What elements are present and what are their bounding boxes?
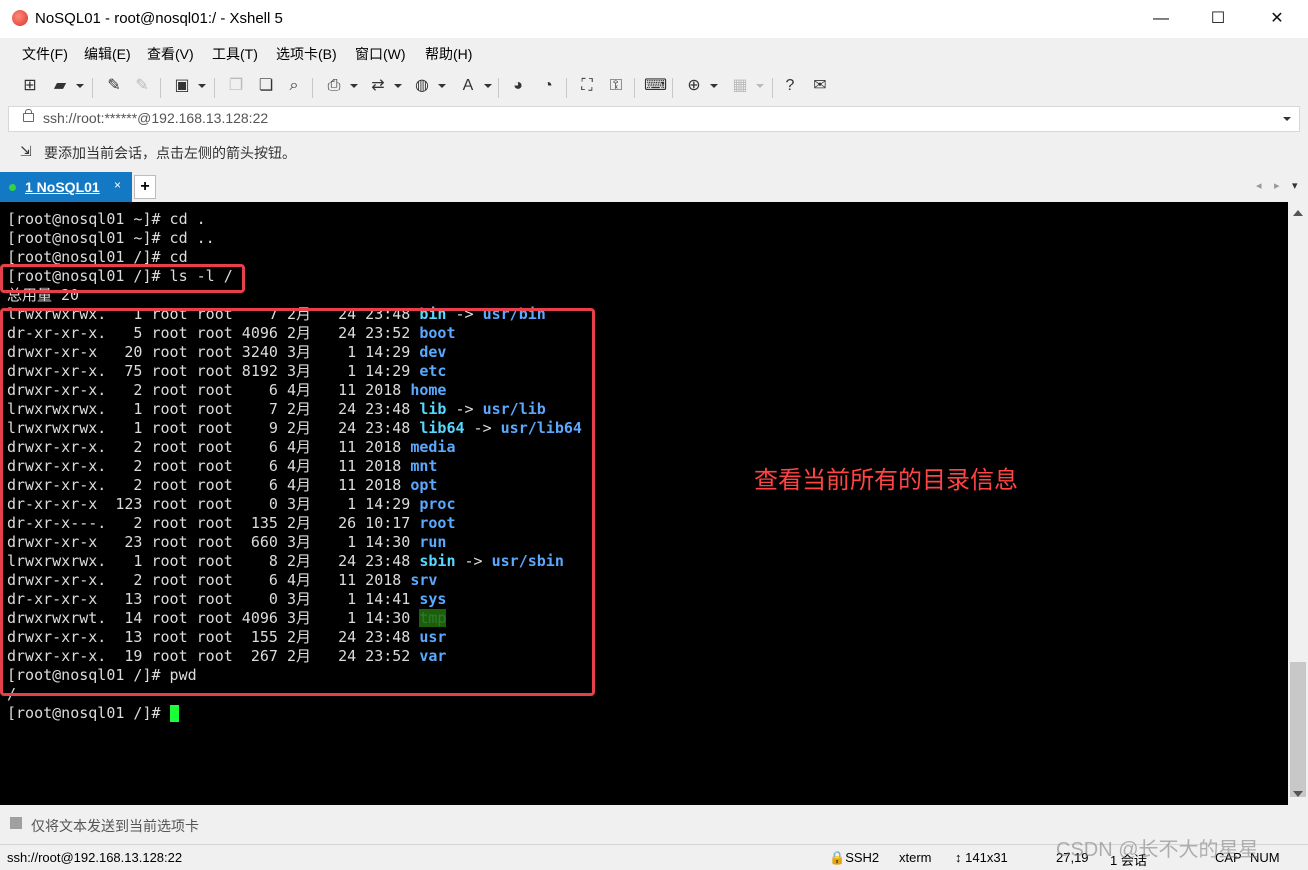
toolbar-separator — [214, 78, 215, 98]
menu-file[interactable]: 文件(F) — [22, 44, 68, 64]
properties-dropdown-icon[interactable] — [198, 84, 206, 88]
annotation-text: 查看当前所有的目录信息 — [754, 467, 1018, 494]
layout-dropdown-icon[interactable] — [756, 84, 764, 88]
csdn-watermark: CSDN @长不大的星星 — [1056, 839, 1259, 861]
highlight-box-command — [0, 264, 245, 293]
new-session-icon[interactable]: ⊞ — [20, 76, 40, 96]
hint-text: 要添加当前会话，点击左侧的箭头按钮。 — [44, 145, 296, 161]
toolbar-separator — [672, 78, 673, 98]
globe-icon[interactable]: ◍ — [412, 76, 432, 96]
menu-tabs[interactable]: 选项卡(B) — [276, 44, 337, 64]
address-dropdown-icon[interactable] — [1283, 117, 1291, 121]
print-icon[interactable]: ⎙ — [324, 76, 344, 96]
scroll-up-icon[interactable] — [1293, 210, 1303, 216]
session-hint-bar: ⇲ 要添加当前会话，点击左侧的箭头按钮。 — [0, 134, 1308, 168]
lock-icon — [23, 109, 34, 122]
toolbar-separator — [92, 78, 93, 98]
status-protocol: 🔒SSH2 — [829, 850, 880, 865]
toolbar-separator — [160, 78, 161, 98]
terminal-cursor — [169, 705, 179, 722]
line-text: [root@nosql01 /]# — [7, 704, 170, 722]
highlight-box-listing — [0, 308, 595, 696]
copy-icon[interactable]: ❐ — [226, 76, 246, 96]
terminal-line: [root@nosql01 ~]# cd .. — [7, 229, 215, 248]
paste-icon[interactable]: ❏ — [256, 76, 276, 96]
toolbar: ⊞ ▰ ✎ ✎ ▣ ❐ ❏ ⌕ ⎙ ⇄ ◍ A ◕ ◔ ⛶ ⚿ ⌨ ⊕ ▦ ? … — [0, 68, 1308, 106]
connected-dot-icon — [9, 184, 16, 191]
fullscreen-icon[interactable]: ⛶ — [577, 76, 597, 96]
font-dropdown-icon[interactable] — [484, 84, 492, 88]
print-dropdown-icon[interactable] — [350, 84, 358, 88]
status-bar: ssh://root@192.168.13.128:22 🔒SSH2 xterm… — [0, 839, 1308, 870]
tab-prev-icon[interactable]: ◂ — [1256, 179, 1262, 192]
help-icon[interactable]: ? — [780, 76, 800, 96]
send-menu-icon[interactable] — [10, 817, 22, 829]
layout-icon[interactable]: ▦ — [730, 76, 750, 96]
open-dropdown-icon[interactable] — [76, 84, 84, 88]
toolbar-separator — [634, 78, 635, 98]
find-icon[interactable]: ⌕ — [284, 76, 304, 96]
scroll-thumb[interactable] — [1290, 662, 1306, 797]
add-tab-button[interactable]: + — [134, 175, 156, 199]
menu-bar: 文件(F) 编辑(E) 查看(V) 工具(T) 选项卡(B) 窗口(W) 帮助(… — [0, 38, 1308, 68]
terminal-line: [root@nosql01 ~]# cd . — [7, 210, 206, 229]
terminal-scrollbar[interactable] — [1288, 202, 1308, 805]
address-bar[interactable]: ssh://root:******@192.168.13.128:22 — [8, 106, 1300, 132]
open-folder-icon[interactable]: ▰ — [50, 76, 70, 96]
new-tab-dropdown-icon[interactable] — [710, 84, 718, 88]
chat-icon[interactable]: ✉ — [810, 76, 830, 96]
globe-dropdown-icon[interactable] — [438, 84, 446, 88]
new-tab-icon[interactable]: ⊕ — [684, 76, 704, 96]
menu-tools[interactable]: 工具(T) — [212, 44, 258, 64]
properties-icon[interactable]: ▣ — [172, 76, 192, 96]
tab-close-icon[interactable]: × — [114, 178, 121, 192]
window-title: NoSQL01 - root@nosql01:/ - Xshell 5 — [35, 10, 283, 27]
keyboard-icon[interactable]: ⌨ — [644, 76, 667, 96]
status-size: ↕ 141x31 — [955, 850, 1008, 865]
line-text: [root@nosql01 ~]# cd . — [7, 210, 206, 228]
tab-nosql01[interactable]: 1 NoSQL01 × — [0, 172, 132, 202]
disconnect-icon[interactable]: ✎ — [132, 76, 152, 96]
scroll-down-icon[interactable] — [1293, 791, 1303, 797]
minimize-button[interactable]: — — [1130, 0, 1192, 38]
title-bar: NoSQL01 - root@nosql01:/ - Xshell 5 — ☐ … — [0, 0, 1308, 38]
transfer-dropdown-icon[interactable] — [394, 84, 402, 88]
menu-window[interactable]: 窗口(W) — [355, 44, 406, 64]
connect-icon[interactable]: ✎ — [104, 76, 124, 96]
terminal-line: [root@nosql01 /]# — [7, 704, 179, 723]
line-text: [root@nosql01 ~]# cd .. — [7, 229, 215, 247]
xftp-icon[interactable]: ◕ — [508, 76, 528, 96]
status-connection: ssh://root@192.168.13.128:22 — [7, 850, 183, 865]
status-protocol-text: SSH2 — [845, 850, 880, 865]
tab-next-icon[interactable]: ▸ — [1274, 179, 1280, 192]
toolbar-separator — [312, 78, 313, 98]
tab-menu-icon[interactable]: ▾ — [1292, 179, 1298, 192]
menu-view[interactable]: 查看(V) — [147, 44, 194, 64]
lock-icon[interactable]: ⚿ — [606, 76, 626, 96]
tab-strip: 1 NoSQL01 × + ◂ ▸ ▾ — [0, 172, 1308, 202]
arrow-icon[interactable]: ⇲ — [20, 143, 36, 159]
xshell-app-icon[interactable] — [12, 10, 28, 26]
toolbar-separator — [566, 78, 567, 98]
transfer-icon[interactable]: ⇄ — [368, 76, 388, 96]
menu-edit[interactable]: 编辑(E) — [84, 44, 131, 64]
close-button[interactable]: ✕ — [1246, 0, 1308, 38]
send-text[interactable]: 仅将文本发送到当前选项卡 — [31, 816, 199, 836]
maximize-button[interactable]: ☐ — [1187, 0, 1249, 38]
toolbar-separator — [772, 78, 773, 98]
xmanager-icon[interactable]: ◔ — [538, 76, 558, 96]
font-icon[interactable]: A — [458, 76, 478, 96]
menu-help[interactable]: 帮助(H) — [425, 44, 472, 64]
toolbar-separator — [498, 78, 499, 98]
status-size-text: 141x31 — [965, 850, 1008, 865]
tab-label: 1 NoSQL01 — [25, 179, 100, 195]
status-terminal-type: xterm — [899, 850, 932, 865]
address-value: ssh://root:******@192.168.13.128:22 — [43, 110, 269, 126]
